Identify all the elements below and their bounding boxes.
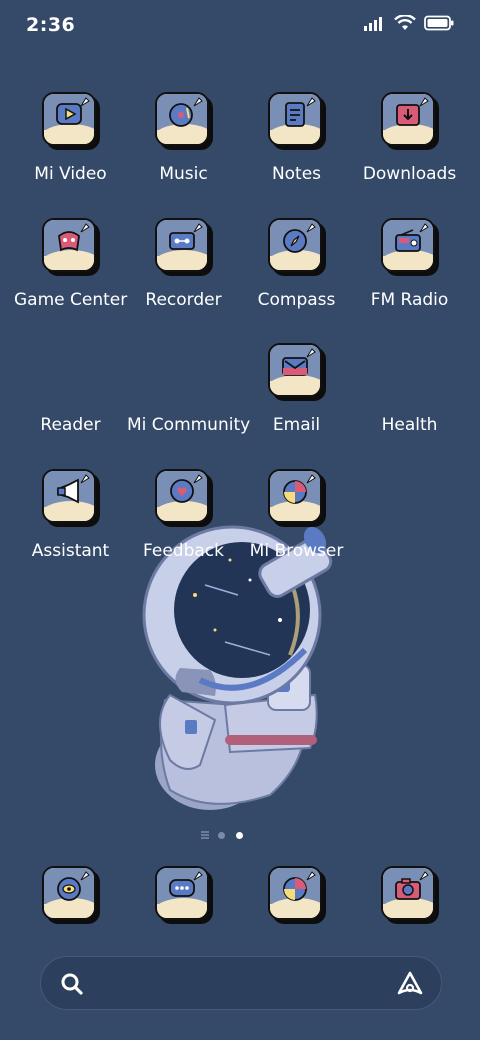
app-health[interactable]: Health xyxy=(353,339,466,449)
app-label: Downloads xyxy=(362,164,457,184)
game-center-app-icon[interactable] xyxy=(41,218,100,276)
app-assistant[interactable]: Assistant xyxy=(14,465,127,575)
app-row: Mi Video Music Notes Downloads xyxy=(0,88,480,198)
app-label: Recorder xyxy=(145,290,222,310)
email-app-icon[interactable] xyxy=(267,343,326,401)
app-label: Feedback xyxy=(143,541,224,561)
app-label: Compass xyxy=(257,290,336,310)
search-icon[interactable] xyxy=(59,971,85,997)
page-indicator-dot[interactable] xyxy=(218,832,225,839)
app-row: Assistant Feedback Mi Browser xyxy=(0,465,480,575)
app-compass[interactable]: Compass xyxy=(240,214,353,324)
app-notes[interactable]: Notes xyxy=(240,88,353,198)
app-recorder[interactable]: Recorder xyxy=(127,214,240,324)
app-label: Reader xyxy=(40,415,101,435)
voice-assistant-icon[interactable] xyxy=(395,969,425,999)
app-reader[interactable]: Reader xyxy=(14,339,127,449)
assistant-app-icon[interactable] xyxy=(41,469,100,527)
app-label: Game Center xyxy=(14,290,128,310)
app-row: Game Center Recorder Compass FM Radio xyxy=(0,214,480,324)
app-label: Music xyxy=(159,164,208,184)
app-downloads[interactable]: Downloads xyxy=(353,88,466,198)
app-label: Assistant xyxy=(31,541,110,561)
app-label: Email xyxy=(272,415,321,435)
app-label: FM Radio xyxy=(370,290,449,310)
status-bar: 2:36 xyxy=(0,0,480,50)
phone-app-icon[interactable] xyxy=(41,866,100,924)
camera-app-icon[interactable] xyxy=(380,866,439,924)
dock xyxy=(0,862,480,932)
feedback-app-icon[interactable] xyxy=(154,469,213,527)
fm-radio-app-icon[interactable] xyxy=(380,218,439,276)
compass-app-icon[interactable] xyxy=(267,218,326,276)
app-row: Reader Mi Community Email Health xyxy=(0,339,480,449)
app-mi-community[interactable]: Mi Community xyxy=(127,339,251,449)
downloads-app-icon[interactable] xyxy=(380,92,439,150)
music-app-icon[interactable] xyxy=(154,92,213,150)
app-mi-video[interactable]: Mi Video xyxy=(14,88,127,198)
app-label: Health xyxy=(381,415,438,435)
app-fm-radio[interactable]: FM Radio xyxy=(353,214,466,324)
app-email[interactable]: Email xyxy=(240,339,353,449)
app-label: Mi Community xyxy=(127,415,251,435)
battery-icon xyxy=(424,15,454,31)
app-drawer-icon[interactable] xyxy=(200,830,210,840)
browser-app-icon[interactable] xyxy=(267,866,326,924)
signal-icon xyxy=(364,17,382,31)
mi-video-app-icon[interactable] xyxy=(41,92,100,150)
page-indicator-dot-active[interactable] xyxy=(236,832,243,839)
search-bar[interactable] xyxy=(40,956,442,1010)
app-label: Mi Video xyxy=(34,164,107,184)
notes-app-icon[interactable] xyxy=(267,92,326,150)
status-time: 2:36 xyxy=(26,14,76,36)
app-label: Notes xyxy=(271,164,322,184)
app-game-center[interactable]: Game Center xyxy=(14,214,127,324)
app-music[interactable]: Music xyxy=(127,88,240,198)
app-label: Mi Browser xyxy=(249,541,344,561)
wifi-icon xyxy=(394,15,416,30)
recorder-app-icon[interactable] xyxy=(154,218,213,276)
app-feedback[interactable]: Feedback xyxy=(127,465,240,575)
mi-browser-app-icon[interactable] xyxy=(267,469,326,527)
status-icons xyxy=(364,15,454,31)
app-mi-browser[interactable]: Mi Browser xyxy=(240,465,353,575)
messaging-app-icon[interactable] xyxy=(154,866,213,924)
